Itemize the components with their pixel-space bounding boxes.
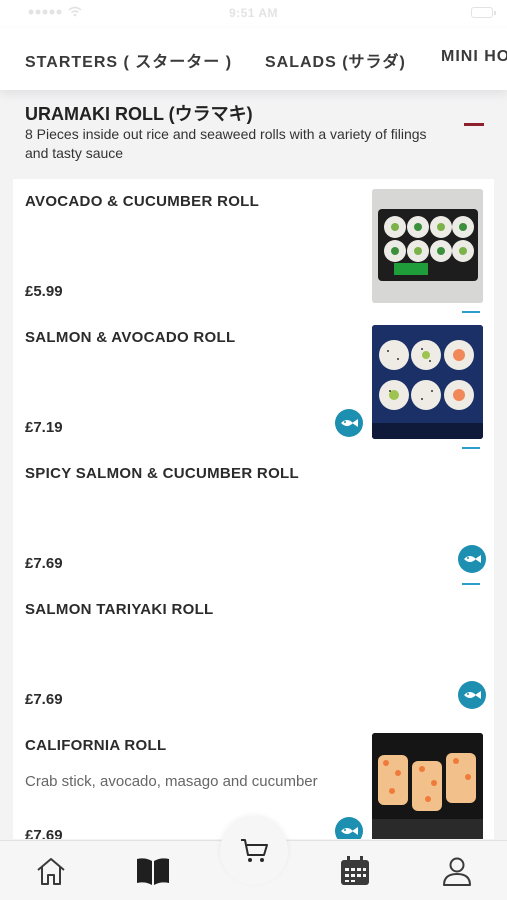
menu-items-list: AVOCADO & CUCUMBER ROLL £5.99 SALMON & A… bbox=[13, 179, 494, 839]
item-price: £7.69 bbox=[25, 827, 63, 839]
tab-mini[interactable]: MINI HO bbox=[441, 48, 507, 66]
item-divider bbox=[462, 311, 480, 313]
item-price: £7.69 bbox=[25, 555, 63, 572]
item-image bbox=[372, 325, 483, 439]
item-price: £7.19 bbox=[25, 419, 63, 436]
home-icon[interactable] bbox=[31, 851, 71, 891]
fish-icon bbox=[458, 545, 486, 573]
section-description: 8 Pieces inside out rice and seaweed rol… bbox=[25, 126, 427, 161]
menu-book-icon[interactable] bbox=[133, 851, 173, 891]
item-description: Crab stick, avocado, masago and cucumber bbox=[25, 773, 318, 790]
cart-icon bbox=[241, 839, 268, 862]
fish-icon bbox=[458, 681, 486, 709]
tab-starters[interactable]: STARTERS ( スターター ) bbox=[25, 48, 232, 72]
fish-icon bbox=[335, 409, 363, 437]
item-price: £5.99 bbox=[25, 283, 63, 300]
profile-icon[interactable] bbox=[437, 851, 477, 891]
battery-icon bbox=[471, 7, 496, 18]
status-bar: 9:51 AM bbox=[0, 0, 507, 28]
item-divider bbox=[462, 583, 480, 585]
collapse-icon[interactable] bbox=[464, 122, 486, 126]
calendar-icon[interactable] bbox=[335, 851, 375, 891]
list-item[interactable]: SALMON & AVOCADO ROLL £7.19 bbox=[13, 315, 494, 451]
item-name: SPICY SALMON & CUCUMBER ROLL bbox=[25, 465, 299, 482]
list-item[interactable]: SPICY SALMON & CUCUMBER ROLL £7.69 bbox=[13, 451, 494, 587]
category-tabs: STARTERS ( スターター ) SALADS (サラダ) MINI HO bbox=[0, 28, 507, 90]
cart-button[interactable] bbox=[220, 817, 288, 885]
item-name: SALMON TARIYAKI ROLL bbox=[25, 601, 214, 618]
item-name: SALMON & AVOCADO ROLL bbox=[25, 329, 236, 346]
item-divider bbox=[462, 447, 480, 449]
status-time: 9:51 AM bbox=[228, 6, 279, 20]
item-name: AVOCADO & CUCUMBER ROLL bbox=[25, 193, 260, 210]
tab-salads[interactable]: SALADS (サラダ) bbox=[265, 48, 406, 72]
section-title: URAMAKI ROLL (ウラマキ) bbox=[25, 104, 253, 124]
fish-icon bbox=[335, 817, 363, 839]
item-name: CALIFORNIA ROLL bbox=[25, 737, 167, 754]
list-item[interactable]: AVOCADO & CUCUMBER ROLL £5.99 bbox=[13, 179, 494, 315]
item-image bbox=[372, 189, 483, 303]
section-header[interactable]: URAMAKI ROLL (ウラマキ) 8 Pieces inside out … bbox=[0, 92, 507, 178]
item-price: £7.69 bbox=[25, 691, 63, 708]
item-image bbox=[372, 733, 483, 839]
bottom-nav bbox=[0, 817, 507, 900]
list-item[interactable]: SALMON TARIYAKI ROLL £7.69 bbox=[13, 587, 494, 723]
